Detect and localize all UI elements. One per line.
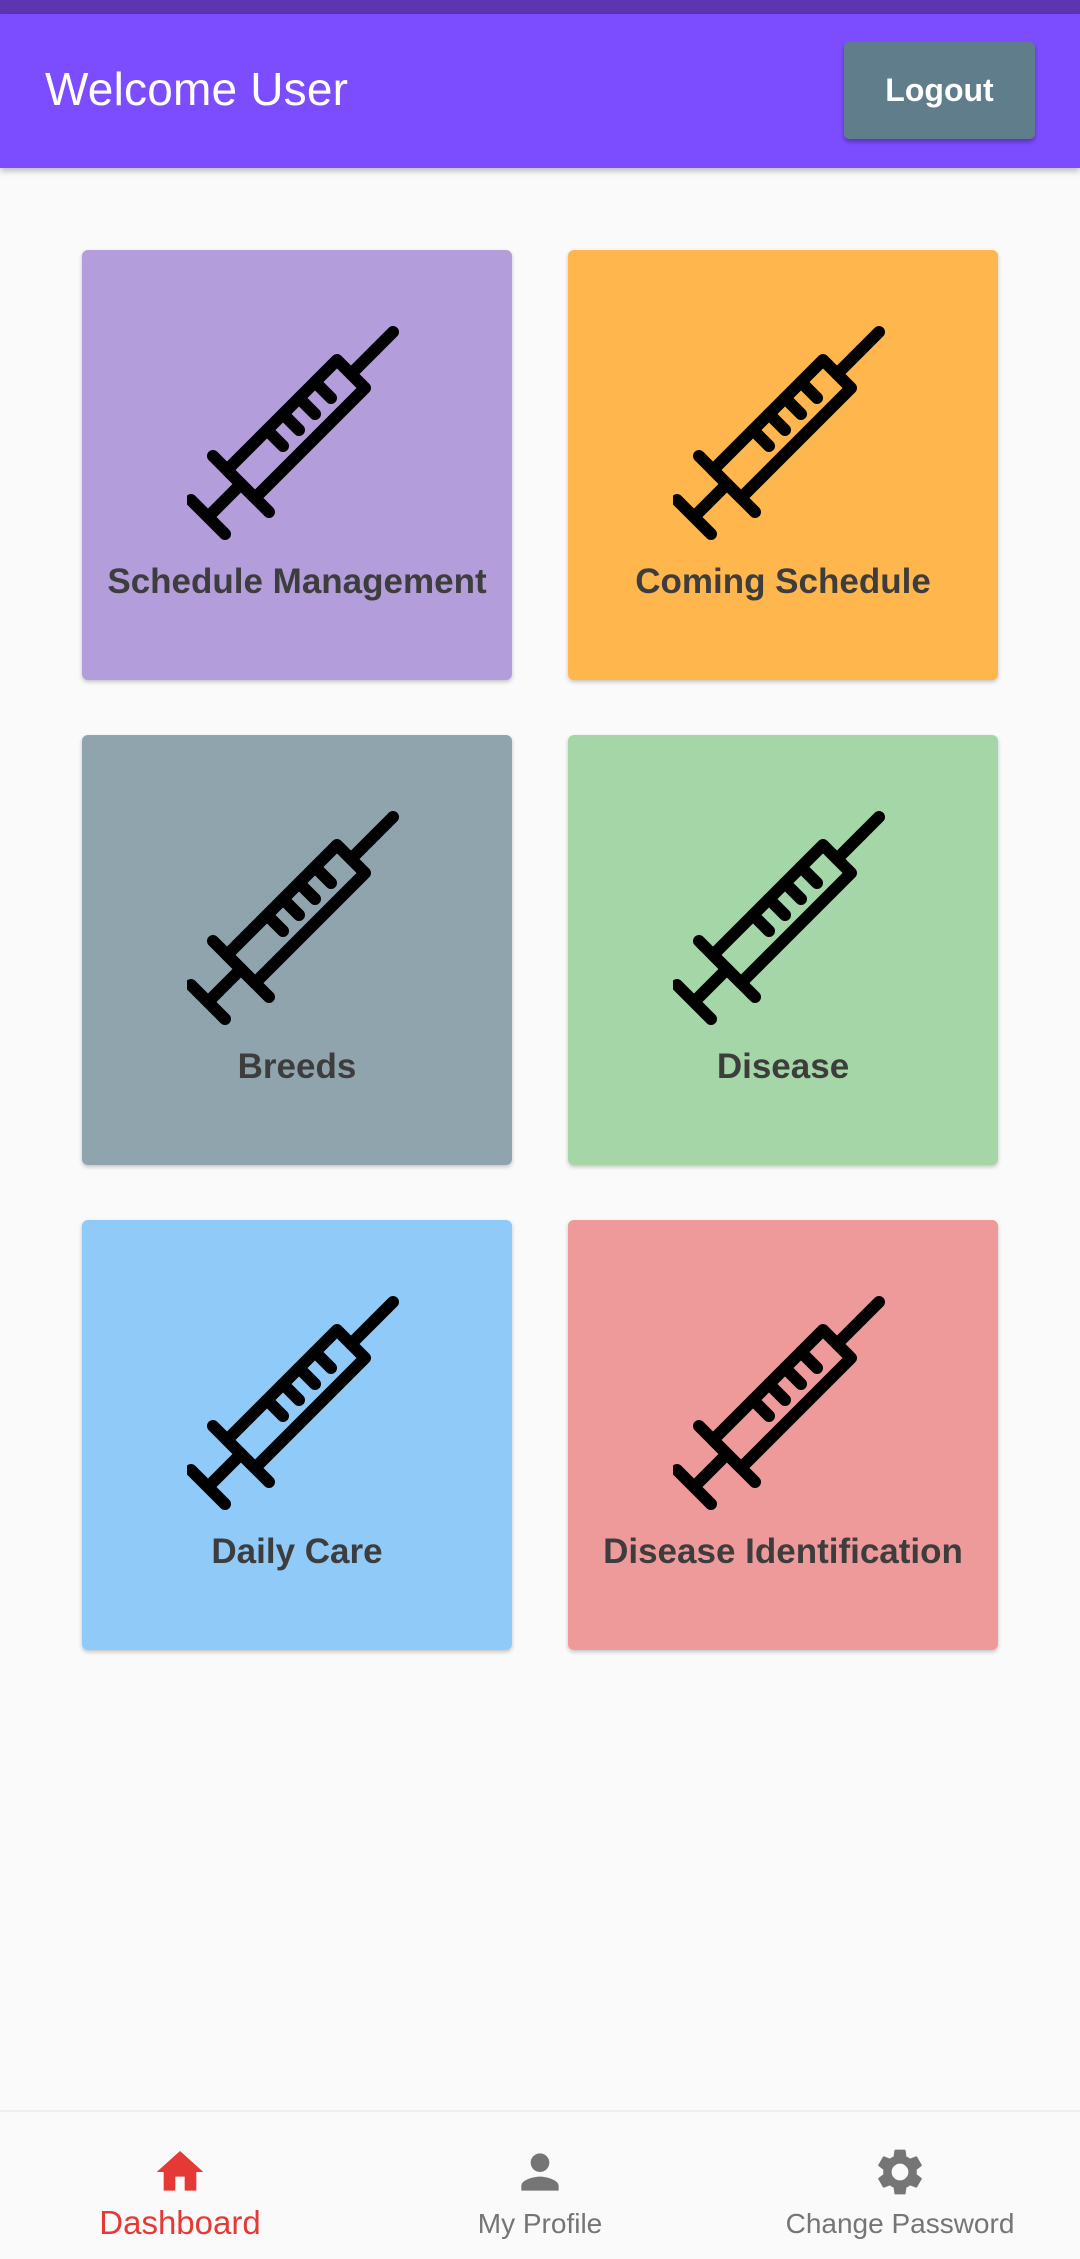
nav-dashboard[interactable]: Dashboard <box>0 2112 360 2259</box>
tile-label: Coming Schedule <box>635 562 931 601</box>
status-bar <box>0 0 1080 14</box>
tile-breeds[interactable]: Breeds <box>82 735 512 1165</box>
syringe-icon <box>187 1290 407 1510</box>
nav-label: My Profile <box>477 2208 603 2239</box>
tile-label: Disease <box>716 1047 850 1086</box>
tile-schedule-management[interactable]: Schedule Management <box>82 250 512 680</box>
syringe-icon <box>673 320 893 540</box>
tile-disease[interactable]: Disease <box>568 735 998 1165</box>
nav-my-profile[interactable]: My Profile <box>360 2112 720 2259</box>
gear-icon <box>878 2149 922 2195</box>
nav-label: Change Password <box>785 2208 1015 2239</box>
syringe-icon <box>673 805 893 1025</box>
logout-button[interactable]: Logout <box>844 42 1035 139</box>
tile-coming-schedule[interactable]: Coming Schedule <box>568 250 998 680</box>
bottom-navigation: Dashboard My Profile Change Password <box>0 2110 1080 2259</box>
tile-daily-care[interactable]: Daily Care <box>82 1220 512 1650</box>
tile-label: Disease Identification <box>603 1532 963 1571</box>
nav-label: Dashboard <box>99 2204 261 2241</box>
home-icon <box>156 2151 204 2191</box>
tile-disease-identification[interactable]: Disease Identification <box>568 1220 998 1650</box>
syringe-icon <box>187 320 407 540</box>
app-title: Welcome User <box>45 63 349 115</box>
app-bar: Welcome User Logout <box>0 14 1080 168</box>
tile-label: Schedule Management <box>107 562 487 601</box>
tile-label: Daily Care <box>211 1532 383 1571</box>
syringe-icon <box>673 1290 893 1510</box>
syringe-icon <box>187 805 407 1025</box>
person-icon <box>521 2153 559 2191</box>
nav-change-password[interactable]: Change Password <box>720 2112 1080 2259</box>
tile-label: Breeds <box>237 1047 357 1086</box>
